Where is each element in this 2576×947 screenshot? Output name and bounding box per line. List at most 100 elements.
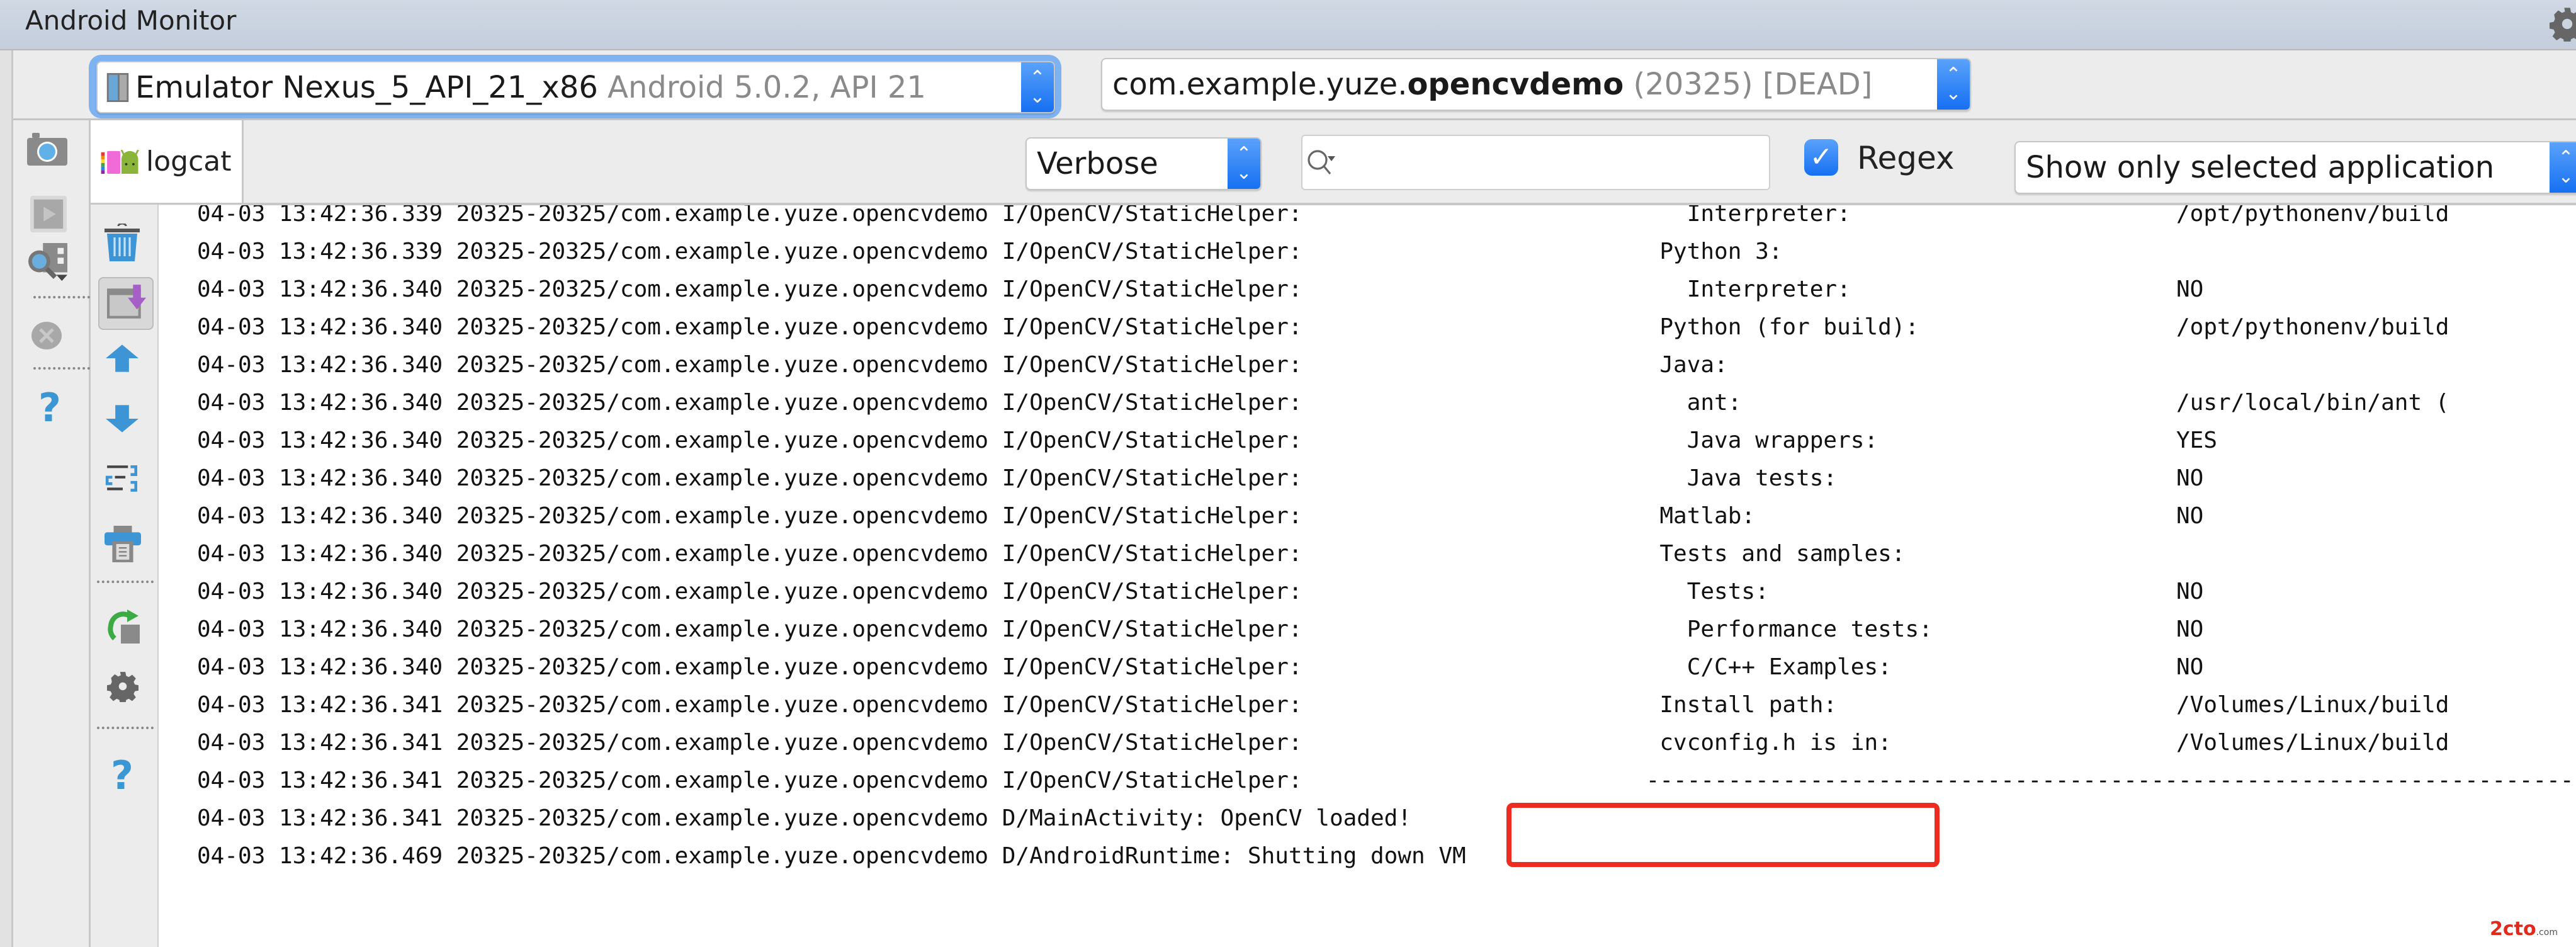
gear-icon[interactable] <box>2550 6 2576 42</box>
process-package-name: opencvdemo <box>1407 67 1624 102</box>
log-line-message: Tests and samples: <box>1632 535 1905 573</box>
logcat-output[interactable]: 04-03 13:42:36.339 20325-20325/com.examp… <box>159 205 2576 947</box>
log-line[interactable]: 04-03 13:42:36.340 20325-20325/com.examp… <box>197 611 2576 649</box>
tab-logcat-label: logcat <box>146 145 232 178</box>
annotation-highlight-box <box>1506 803 1940 867</box>
terminate-application-icon[interactable] <box>31 322 62 349</box>
watermark-main: 2cto <box>2490 918 2536 940</box>
watermark-suffix: .com <box>2536 927 2558 938</box>
settings-gear-icon[interactable] <box>107 671 138 702</box>
log-line-key: Python 3: <box>1632 239 1783 264</box>
print-icon[interactable] <box>105 526 141 562</box>
trash-icon[interactable] <box>103 224 141 264</box>
scroll-to-end-toggle[interactable] <box>98 277 154 330</box>
log-line[interactable]: 04-03 13:42:36.340 20325-20325/com.examp… <box>197 535 2576 573</box>
log-line-key: Java: <box>1632 352 1728 378</box>
log-line-key: Shutting down VM <box>1234 843 1466 869</box>
regex-checkbox[interactable]: ✓ <box>1804 139 1838 176</box>
log-line-message: Interpreter: NO <box>1632 271 2204 309</box>
log-line-message: Performance tests: NO <box>1632 611 2204 649</box>
log-line-meta: 04-03 13:42:36.340 20325-20325/com.examp… <box>197 352 1302 378</box>
separator <box>97 581 154 583</box>
log-line[interactable]: 04-03 13:42:36.341 20325-20325/com.examp… <box>197 762 2576 800</box>
log-line-message: Install path: /Volumes/Linux/build <box>1632 686 2449 724</box>
log-line[interactable]: 04-03 13:42:36.340 20325-20325/com.examp… <box>197 422 2576 460</box>
log-line-key: Interpreter: <box>1632 276 1851 302</box>
log-line[interactable]: 04-03 13:42:36.340 20325-20325/com.examp… <box>197 460 2576 497</box>
chevron-up-down-icon[interactable]: ⌃ ⌄ <box>1021 62 1054 112</box>
log-line-message: cvconfig.h is in: /Volumes/Linux/build <box>1632 724 2449 762</box>
help-icon[interactable]: ? <box>111 752 133 798</box>
tab-logcat[interactable]: logcat <box>91 120 244 205</box>
log-line-key: Install path: <box>1632 692 1838 718</box>
log-line[interactable]: 04-03 13:42:36.340 20325-20325/com.examp… <box>197 573 2576 611</box>
log-line-key: Java wrappers: <box>1632 428 1878 453</box>
process-state: [DEAD] <box>1762 67 1873 102</box>
log-line-message: Matlab: NO <box>1632 497 2203 535</box>
log-line[interactable]: 04-03 13:42:36.340 20325-20325/com.examp… <box>197 346 2576 384</box>
log-line[interactable]: 04-03 13:42:36.340 20325-20325/com.examp… <box>197 384 2576 422</box>
device-selector[interactable]: Emulator Nexus_5_API_21_x86 Android 5.0.… <box>96 61 1055 113</box>
app-filter-value: Show only selected application <box>2026 150 2495 185</box>
log-line-meta: 04-03 13:42:36.340 20325-20325/com.examp… <box>197 465 1302 491</box>
restart-icon[interactable] <box>105 608 142 644</box>
log-line-value: NO <box>2176 503 2204 529</box>
arrow-down-icon[interactable] <box>106 405 138 433</box>
log-line[interactable]: 04-03 13:42:36.340 20325-20325/com.examp… <box>197 271 2576 309</box>
chevron-up-down-icon[interactable]: ⌃ ⌄ <box>1937 59 1970 110</box>
log-line-meta: 04-03 13:42:36.340 20325-20325/com.examp… <box>197 428 1302 453</box>
system-information-icon[interactable] <box>26 243 70 282</box>
tool-window-title: Android Monitor <box>25 5 237 36</box>
log-line[interactable]: 04-03 13:42:36.339 20325-20325/com.examp… <box>197 233 2576 271</box>
device-details: Android 5.0.2, API 21 <box>607 69 926 105</box>
tool-window-title-bar: Android Monitor <box>0 0 2576 50</box>
search-input[interactable] <box>1347 142 1758 181</box>
log-line-message: OpenCV loaded! <box>1207 800 1411 837</box>
chevron-up-down-icon[interactable]: ⌃ ⌄ <box>2550 142 2576 193</box>
arrow-up-icon[interactable] <box>106 344 138 372</box>
log-level-select[interactable]: Verbose ⌃ ⌄ <box>1025 137 1262 190</box>
log-line[interactable]: 04-03 13:42:36.341 20325-20325/com.examp… <box>197 800 2576 837</box>
search-icon[interactable] <box>1306 147 1339 180</box>
screen-record-icon[interactable] <box>30 196 67 232</box>
log-line-key: Tests and samples: <box>1632 541 1906 567</box>
app-filter-select[interactable]: Show only selected application ⌃ ⌄ <box>2014 141 2576 194</box>
log-line-key: Matlab: <box>1632 503 1756 529</box>
log-line-key: Performance tests: <box>1632 616 1933 642</box>
log-line-message: ----------------------------------------… <box>1632 762 2576 800</box>
log-line[interactable]: 04-03 13:42:36.341 20325-20325/com.examp… <box>197 686 2576 724</box>
log-line-message: Java: <box>1632 346 1728 384</box>
log-line-meta: 04-03 13:42:36.341 20325-20325/com.examp… <box>197 692 1302 718</box>
log-line-message: Interpreter: /opt/pythonenv/build <box>1632 205 2449 233</box>
log-line-message: Java tests: NO <box>1632 460 2204 497</box>
log-line[interactable]: 04-03 13:42:36.339 20325-20325/com.examp… <box>197 205 2576 233</box>
log-line-meta: 04-03 13:42:36.340 20325-20325/com.examp… <box>197 503 1302 529</box>
log-line[interactable]: 04-03 13:42:36.469 20325-20325/com.examp… <box>197 837 2576 875</box>
log-line-key: Tests: <box>1632 579 1769 604</box>
log-line[interactable]: 04-03 13:42:36.340 20325-20325/com.examp… <box>197 649 2576 686</box>
help-icon[interactable]: ? <box>38 385 61 431</box>
log-line[interactable]: 04-03 13:42:36.341 20325-20325/com.examp… <box>197 724 2576 762</box>
log-line[interactable]: 04-03 13:42:36.340 20325-20325/com.examp… <box>197 497 2576 535</box>
soft-wrap-icon[interactable] <box>105 462 141 498</box>
chevron-up-down-icon[interactable]: ⌃ ⌄ <box>1228 139 1260 189</box>
process-pid: (20325) <box>1633 67 1753 102</box>
log-line-value: NO <box>2176 654 2204 680</box>
logcat-search-field[interactable] <box>1301 135 1770 190</box>
log-line[interactable]: 04-03 13:42:36.340 20325-20325/com.examp… <box>197 309 2576 346</box>
log-line-key: OpenCV loaded! <box>1206 805 1411 831</box>
camera-icon[interactable] <box>27 133 67 168</box>
log-line-meta: 04-03 13:42:36.340 20325-20325/com.examp… <box>197 276 1302 302</box>
separator <box>33 296 90 298</box>
log-line-key: Python (for build): <box>1632 314 1919 340</box>
log-line-value: NO <box>2176 579 2204 604</box>
process-selector[interactable]: com.example.yuze.opencvdemo (20325) [DEA… <box>1101 58 1971 111</box>
log-line-value: /opt/pythonenv/build <box>2176 314 2449 340</box>
log-line-message: Tests: NO <box>1632 573 2204 611</box>
log-line-key: ant: <box>1632 390 1742 416</box>
log-level-value: Verbose <box>1037 146 1158 181</box>
log-line-message: C/C++ Examples: NO <box>1632 649 2204 686</box>
log-line-value: /Volumes/Linux/build <box>2176 692 2449 718</box>
process-package-prefix: com.example.yuze. <box>1112 67 1408 102</box>
log-line-message: Python 3: <box>1632 233 1782 271</box>
